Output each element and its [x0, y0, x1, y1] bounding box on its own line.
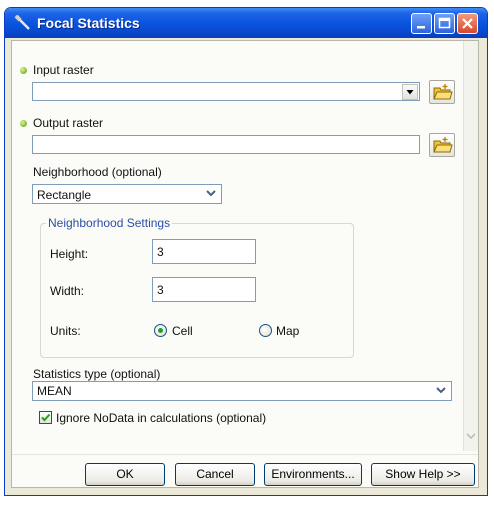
statistics-type-select[interactable]: MEAN	[32, 381, 452, 401]
chevron-down-icon	[406, 90, 414, 95]
width-label: Width:	[50, 284, 85, 298]
height-input[interactable]: 3	[152, 239, 256, 264]
input-raster-combobox[interactable]	[32, 82, 420, 101]
maximize-icon	[438, 17, 451, 29]
input-raster-label: Input raster	[33, 63, 94, 77]
title-bar[interactable]: Focal Statistics	[5, 8, 487, 38]
height-value: 3	[157, 245, 164, 259]
focal-statistics-dialog: Focal Statistics Input raster Output ras…	[4, 7, 488, 496]
dialog-content: Input raster Output raster Neighborhood …	[11, 40, 479, 488]
width-input[interactable]: 3	[152, 277, 256, 302]
minimize-button[interactable]	[411, 13, 432, 34]
neighborhood-settings-title: Neighborhood Settings	[46, 216, 173, 230]
footer-divider	[12, 454, 478, 455]
chevron-down-icon	[206, 190, 216, 197]
units-label: Units:	[50, 324, 81, 338]
required-field-icon	[20, 120, 27, 127]
width-value: 3	[157, 283, 164, 297]
statistics-type-dropdown-button[interactable]	[434, 383, 450, 399]
neighborhood-select[interactable]: Rectangle	[32, 184, 222, 204]
required-field-icon	[20, 67, 27, 74]
unit-map-radio[interactable]	[259, 324, 272, 337]
height-label: Height:	[50, 247, 89, 261]
input-raster-dropdown-button[interactable]	[402, 84, 418, 100]
maximize-button[interactable]	[434, 13, 455, 34]
neighborhood-dropdown-button[interactable]	[204, 186, 220, 202]
close-button[interactable]	[457, 13, 478, 34]
neighborhood-value: Rectangle	[37, 188, 92, 202]
open-folder-icon	[433, 137, 453, 153]
statistics-type-value: MEAN	[37, 384, 72, 398]
unit-map-label[interactable]: Map	[276, 324, 299, 338]
input-raster-browse-button[interactable]	[429, 80, 455, 104]
checkmark-icon	[41, 413, 51, 422]
neighborhood-label: Neighborhood (optional)	[33, 165, 162, 179]
cancel-button[interactable]: Cancel	[175, 463, 255, 486]
unit-cell-label[interactable]: Cell	[172, 324, 193, 338]
output-raster-label: Output raster	[33, 116, 104, 130]
ok-button[interactable]: OK	[85, 463, 165, 486]
ignore-nodata-label[interactable]: Ignore NoData in calculations (optional)	[56, 411, 266, 425]
statistics-type-label: Statistics type (optional)	[33, 367, 161, 381]
window-title: Focal Statistics	[37, 15, 140, 31]
close-icon	[462, 18, 473, 29]
ignore-nodata-checkbox[interactable]	[39, 411, 52, 424]
unit-cell-radio[interactable]	[154, 324, 167, 337]
output-raster-browse-button[interactable]	[429, 133, 455, 157]
vertical-scrollbar[interactable]	[463, 41, 478, 451]
open-folder-icon	[433, 84, 453, 100]
show-help-button[interactable]: Show Help >>	[371, 463, 475, 486]
scroll-down-arrow-icon[interactable]	[466, 431, 476, 441]
environments-button[interactable]: Environments...	[264, 463, 362, 486]
minimize-icon	[417, 26, 425, 29]
tool-hammer-icon	[14, 15, 30, 30]
chevron-down-icon	[436, 387, 446, 394]
output-raster-input[interactable]	[32, 135, 420, 154]
